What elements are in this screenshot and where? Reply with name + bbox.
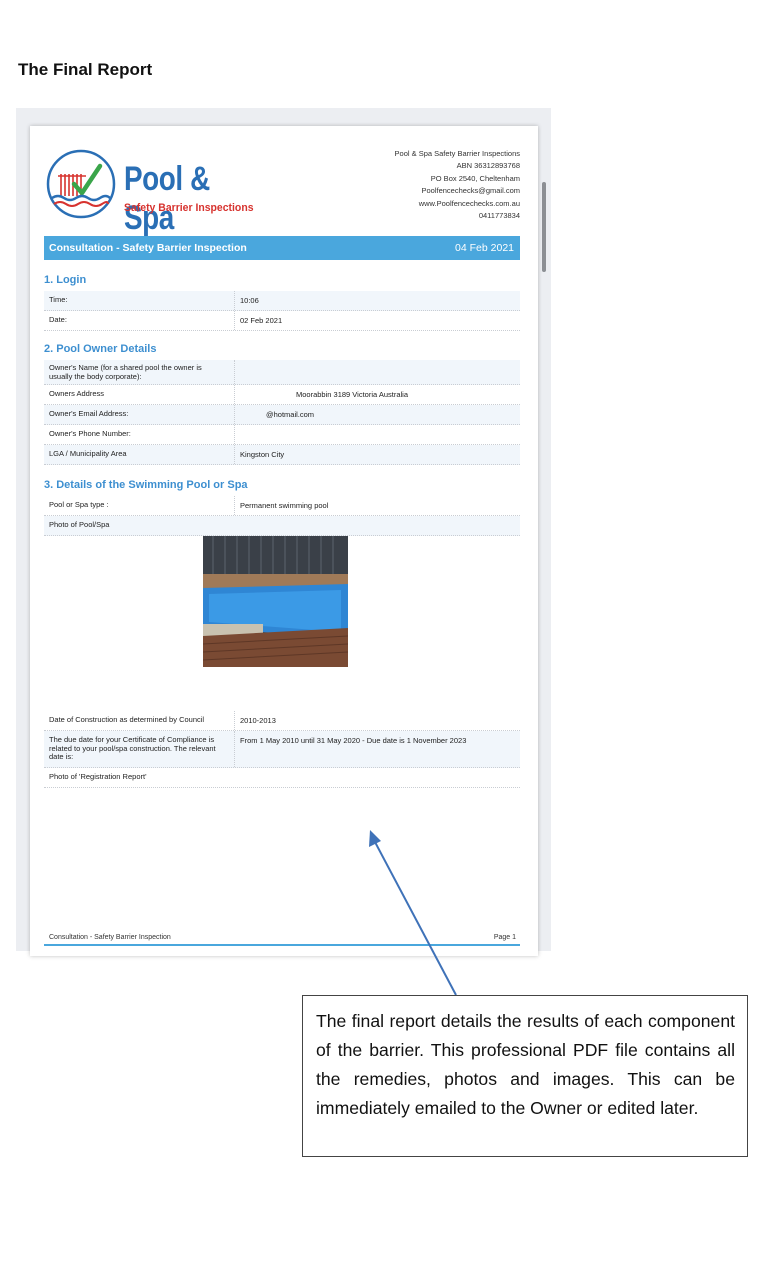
- contact-line: ABN 36312893768: [456, 161, 520, 171]
- section-title-pool: 3. Details of the Swimming Pool or Spa: [44, 479, 248, 491]
- row-value: @hotmail.com: [266, 410, 315, 419]
- contact-line: PO Box 2540, Cheltenham: [430, 173, 520, 183]
- table-row: Owner's Phone Number:: [44, 425, 520, 445]
- row-label: Owner's Phone Number:: [49, 429, 131, 438]
- row-label: Date:: [49, 315, 67, 324]
- section-title-login: 1. Login: [44, 274, 87, 286]
- company-contact: Pool & Spa Safety Barrier Inspections AB…: [395, 148, 520, 222]
- table-row: The due date for your Certificate of Com…: [44, 731, 520, 768]
- row-label: Owner's Name (for a shared pool the owne…: [49, 363, 202, 381]
- table-row: LGA / Municipality Area Kingston City: [44, 445, 520, 465]
- row-value: Permanent swimming pool: [240, 501, 329, 510]
- row-label: Photo of 'Registration Report': [49, 772, 147, 781]
- table-row: Date of Construction as determined by Co…: [44, 711, 520, 731]
- logo-title: Pool & Spa: [124, 160, 210, 237]
- report-date: 04 Feb 2021: [455, 242, 514, 254]
- row-value: From 1 May 2010 until 31 May 2020 - Due …: [240, 736, 467, 745]
- row-label: The due date for your Certificate of Com…: [49, 735, 216, 761]
- pool-fence-logo-icon: [46, 149, 116, 219]
- row-label: Owners Address: [49, 389, 105, 398]
- report-title: Consultation - Safety Barrier Inspection: [49, 242, 247, 254]
- row-value: 02 Feb 2021: [240, 316, 283, 325]
- row-label: Time:: [49, 295, 68, 304]
- row-value: 10:06: [240, 296, 259, 305]
- table-row: Time: 10:06: [44, 291, 520, 311]
- row-label: Owner's Email Address:: [49, 409, 129, 418]
- table-row: Owner's Name (for a shared pool the owne…: [44, 360, 520, 385]
- row-value: Moorabbin 3189 Victoria Australia: [296, 390, 409, 399]
- table-row: Pool or Spa type : Permanent swimming po…: [44, 496, 520, 516]
- page-number: Page 1: [493, 934, 516, 941]
- page-heading: The Final Report: [18, 60, 153, 79]
- contact-line: Poolfencechecks@gmail.com: [421, 186, 521, 196]
- explanation-callout: The final report details the results of …: [302, 995, 748, 1157]
- viewer-scrollbar[interactable]: [542, 182, 546, 272]
- table-row: Owner's Email Address: @hotmail.com: [44, 405, 520, 425]
- footer-title: Consultation - Safety Barrier Inspection: [49, 934, 171, 941]
- section-title-owner: 2. Pool Owner Details: [44, 343, 157, 355]
- row-label: Date of Construction as determined by Co…: [49, 715, 205, 724]
- table-row: Date: 02 Feb 2021: [44, 311, 520, 331]
- table-row: Owners Address Moorabbin 3189 Victoria A…: [44, 385, 520, 405]
- contact-line: 0411773834: [478, 211, 520, 221]
- table-row: Photo of Pool/Spa: [44, 516, 520, 536]
- report-banner: Consultation - Safety Barrier Inspection…: [44, 236, 520, 260]
- logo-subtitle: Safety Barrier Inspections: [124, 202, 254, 214]
- pool-photo: [203, 536, 348, 667]
- contact-line: Pool & Spa Safety Barrier Inspections: [394, 149, 520, 158]
- footer-divider: [44, 944, 520, 946]
- row-label: Pool or Spa type :: [49, 500, 109, 509]
- company-logo: Pool & Spa Safety Barrier Inspections: [44, 146, 254, 237]
- row-value: Kingston City: [240, 450, 285, 459]
- table-row: Photo of 'Registration Report': [44, 768, 520, 788]
- report-page: Pool & Spa Safety Barrier Inspections Po…: [30, 126, 538, 956]
- row-label: Photo of Pool/Spa: [49, 520, 110, 529]
- row-label: LGA / Municipality Area: [49, 449, 127, 458]
- row-value: 2010-2013: [240, 716, 276, 725]
- contact-line: www.Poolfencechecks.com.au: [418, 198, 520, 208]
